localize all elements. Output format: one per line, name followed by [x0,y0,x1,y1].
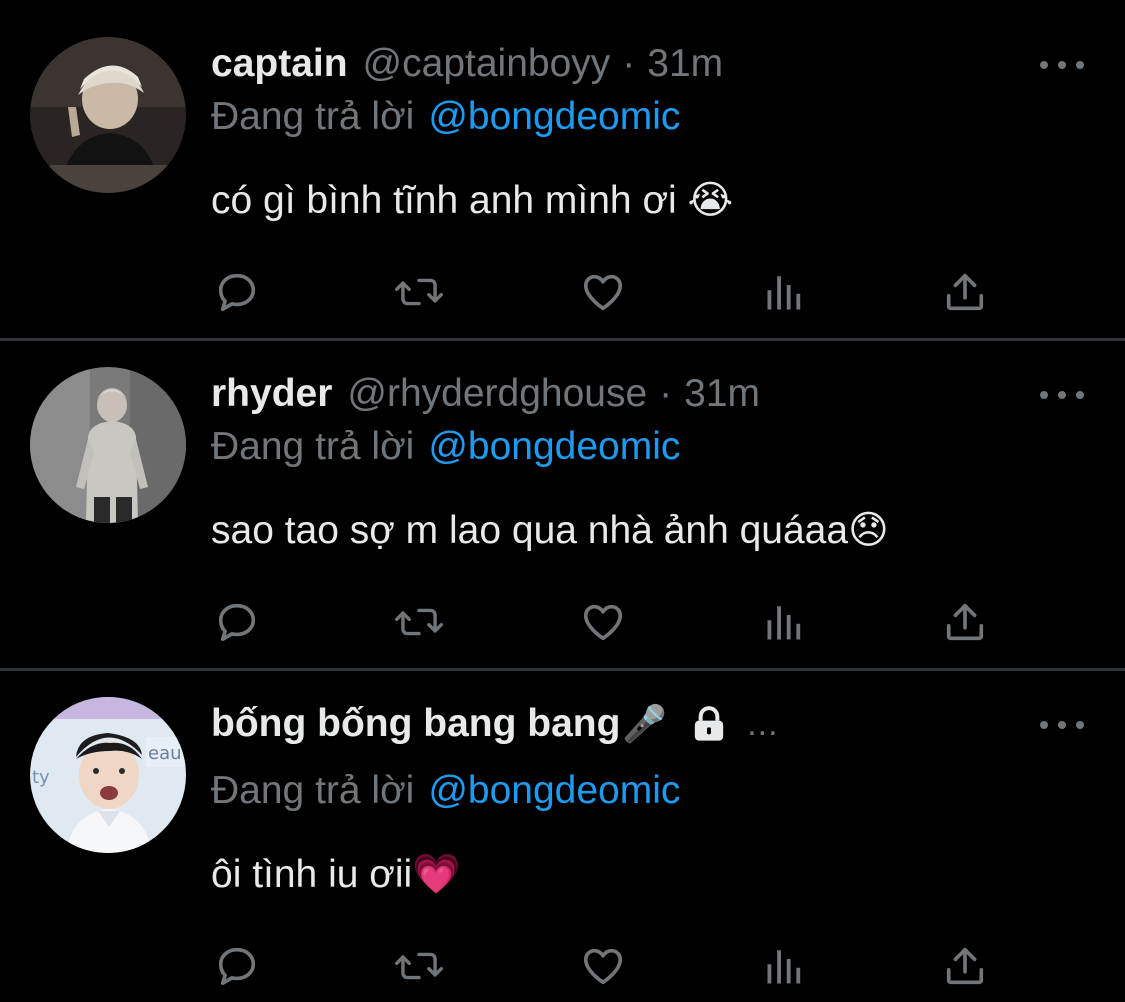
tweet-header: bống bống bang bang 🎤 ... [211,696,779,752]
reply-icon[interactable] [212,941,262,991]
retweet-icon[interactable] [394,267,444,317]
more-icon[interactable] [1040,380,1084,410]
more-icon[interactable] [1040,710,1084,740]
share-icon[interactable] [940,941,990,991]
tweet[interactable]: rhyder @rhyderdghouse · 31m Đang trả lời… [0,340,1125,671]
share-icon[interactable] [940,267,990,317]
reply-feed: captain @captainboyy · 31m Đang trả lời @… [0,0,1125,1002]
tweet[interactable]: captain @captainboyy · 31m Đang trả lời @… [0,0,1125,341]
avatar-image [30,367,186,523]
tweet-actions [0,597,1125,647]
user-handle[interactable]: @rhyderdghouse [347,366,647,422]
retweet-icon[interactable] [394,941,444,991]
share-icon[interactable] [940,597,990,647]
display-name[interactable]: bống bống bang bang [211,696,620,752]
avatar-image [30,37,186,193]
tweet-header: rhyder @rhyderdghouse · 31m [211,366,760,422]
avatar[interactable] [30,367,186,523]
tweet-actions [0,267,1125,317]
separator: · [622,42,636,85]
tweet-text: ôi tình iu ơii💗 [211,853,461,896]
replying-to: Đang trả lời @bongdeomic [211,92,680,142]
tweet-text: có gì bình tĩnh anh mình ơi 😭 [211,179,734,222]
views-icon[interactable] [760,941,810,991]
lock-icon [689,704,729,744]
display-name[interactable]: rhyder [211,366,332,422]
truncation-ellipsis: ... [747,705,779,743]
more-icon[interactable] [1040,50,1084,80]
retweet-icon[interactable] [394,597,444,647]
like-icon[interactable] [578,597,628,647]
svg-text:ty: ty [32,767,50,788]
display-name[interactable]: captain [211,36,348,92]
avatar[interactable] [30,37,186,193]
replying-to-label: Đang trả lời [211,425,415,468]
microphone-emoji: 🎤 [622,703,668,744]
timestamp[interactable]: 31m [647,36,723,92]
separator: · [659,372,673,415]
user-handle[interactable]: @captainboyy [363,36,611,92]
tweet-actions [0,941,1125,991]
mention-link[interactable]: @bongdeomic [428,95,680,138]
mention-link[interactable]: @bongdeomic [428,425,680,468]
tweet[interactable]: eau ty bống bống bang bang 🎤 ... Đang tr… [0,670,1125,1002]
replying-to: Đang trả lời @bongdeomic [211,422,680,472]
replying-to: Đang trả lời @bongdeomic [211,766,680,816]
reply-icon[interactable] [212,597,262,647]
views-icon[interactable] [760,267,810,317]
avatar-image: eau ty [30,697,186,853]
like-icon[interactable] [578,941,628,991]
views-icon[interactable] [760,597,810,647]
tweet-header: captain @captainboyy · 31m [211,36,723,92]
tweet-text: sao tao sợ m lao qua nhà ảnh quáaa😞 [211,509,889,552]
svg-text:eau: eau [148,743,182,764]
timestamp[interactable]: 31m [684,366,760,422]
replying-to-label: Đang trả lời [211,95,415,138]
like-icon[interactable] [578,267,628,317]
avatar[interactable]: eau ty [30,697,186,853]
replying-to-label: Đang trả lời [211,769,415,812]
reply-icon[interactable] [212,267,262,317]
mention-link[interactable]: @bongdeomic [428,769,680,812]
